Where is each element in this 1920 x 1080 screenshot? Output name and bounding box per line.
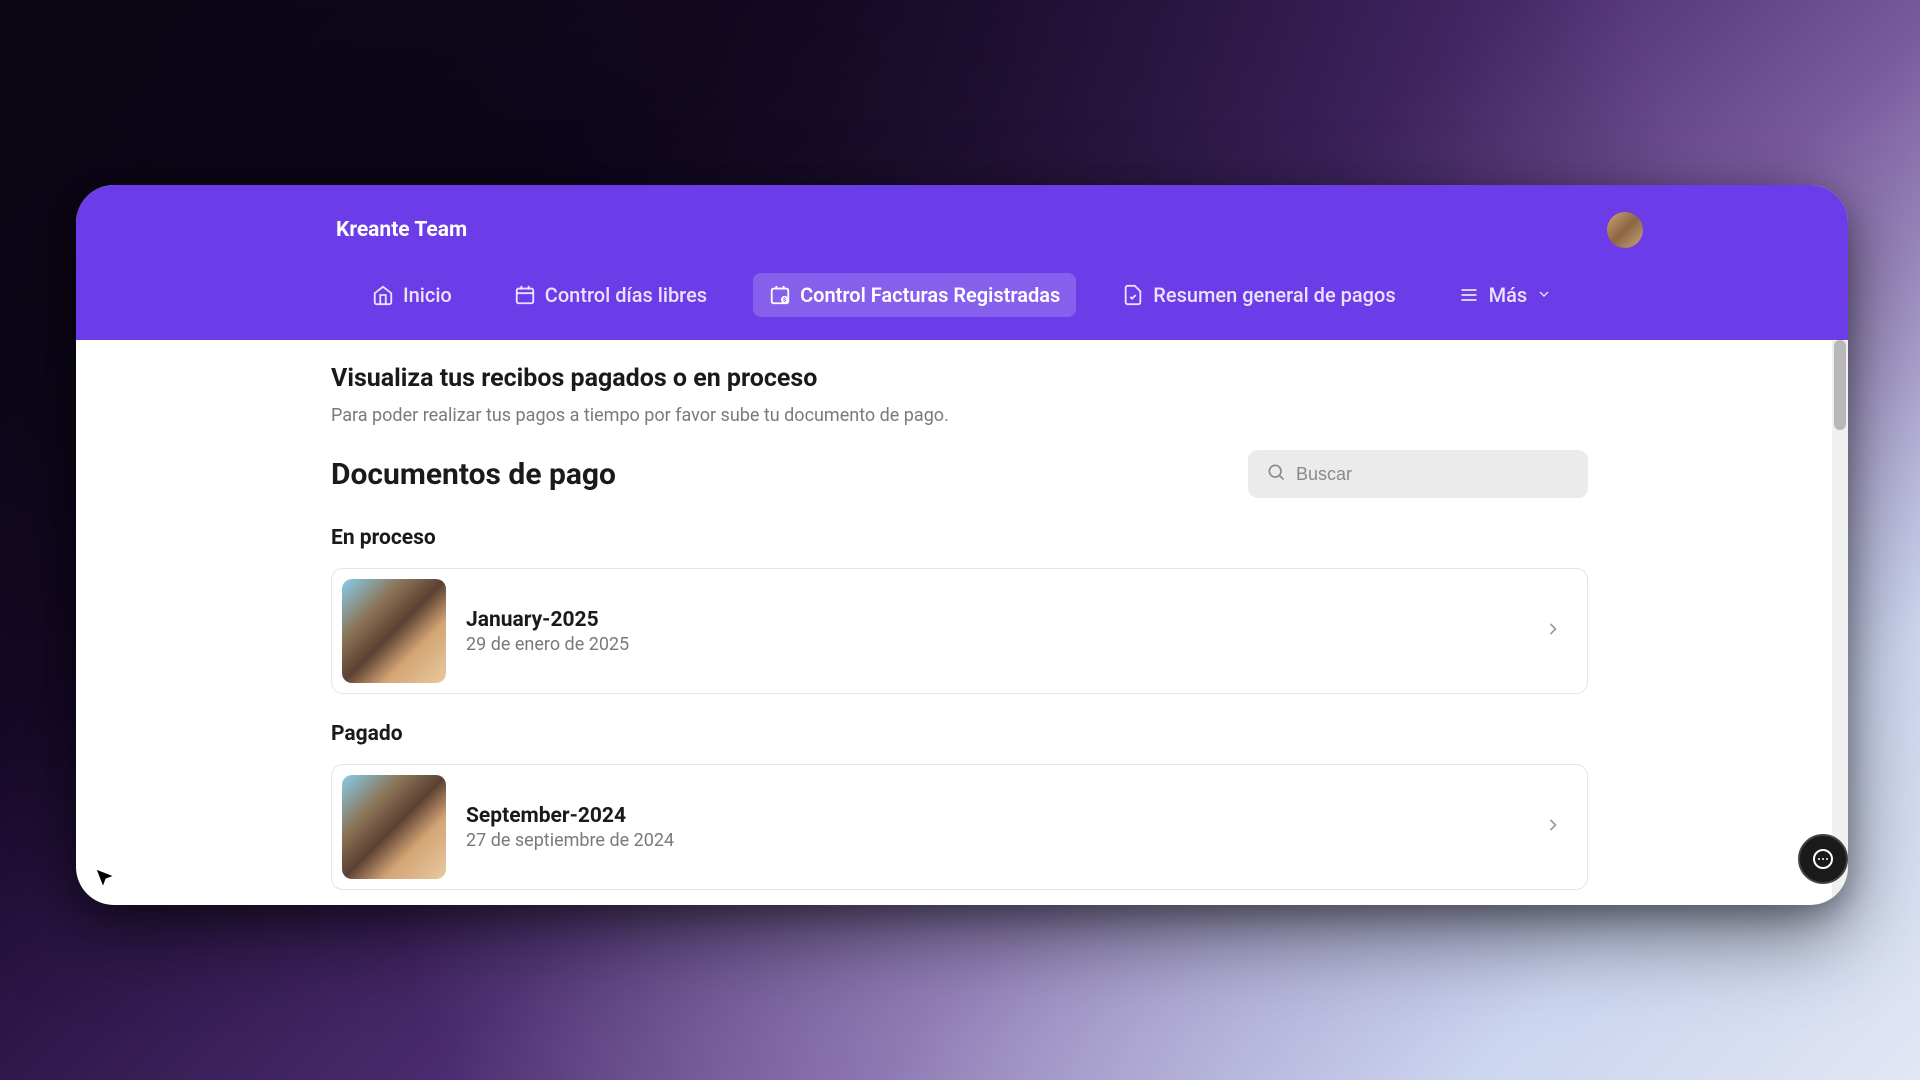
chat-button[interactable]: [1798, 834, 1848, 884]
search-icon: [1266, 462, 1286, 486]
menu-icon: [1458, 284, 1480, 306]
main-nav: Inicio Control días libres $ Control Fac…: [76, 255, 1848, 317]
document-check-icon: [1122, 284, 1144, 306]
section-label-pagado: Pagado: [331, 722, 1588, 746]
nav-item-label: Control días libres: [545, 283, 707, 307]
nav-resumen-pagos[interactable]: Resumen general de pagos: [1106, 273, 1411, 317]
avatar[interactable]: [1607, 212, 1643, 248]
document-thumbnail: [342, 775, 446, 879]
brand-title: Kreante Team: [336, 218, 467, 242]
nav-control-dias-libres[interactable]: Control días libres: [498, 273, 723, 317]
page-subtitle: Para poder realizar tus pagos a tiempo p…: [331, 405, 1588, 426]
nav-control-facturas[interactable]: $ Control Facturas Registradas: [753, 273, 1076, 317]
cursor-icon: [93, 866, 117, 894]
document-date: 29 de enero de 2025: [466, 634, 1523, 655]
nav-inicio[interactable]: Inicio: [356, 273, 468, 317]
nav-item-label: Resumen general de pagos: [1153, 283, 1395, 307]
document-date: 27 de septiembre de 2024: [466, 830, 1523, 851]
content-area: Visualiza tus recibos pagados o en proce…: [76, 340, 1848, 905]
document-title: September-2024: [466, 804, 1523, 828]
section-label-en-proceso: En proceso: [331, 526, 1588, 550]
chevron-down-icon: [1536, 283, 1552, 307]
nav-item-label: Inicio: [403, 283, 452, 307]
scrollbar-thumb[interactable]: [1834, 340, 1846, 430]
search-input[interactable]: [1296, 464, 1570, 485]
search-box[interactable]: [1248, 450, 1588, 498]
chevron-right-icon: [1543, 619, 1563, 643]
scrollbar-track[interactable]: [1832, 340, 1848, 905]
documents-title: Documentos de pago: [331, 457, 616, 492]
svg-text:$: $: [783, 296, 786, 303]
page-title: Visualiza tus recibos pagados o en proce…: [331, 364, 1588, 393]
document-thumbnail: [342, 579, 446, 683]
document-title: January-2025: [466, 608, 1523, 632]
document-card[interactable]: January-2025 29 de enero de 2025: [331, 568, 1588, 694]
chevron-right-icon: [1543, 815, 1563, 839]
nav-mas[interactable]: Más: [1442, 273, 1569, 317]
calendar-dollar-icon: $: [769, 284, 791, 306]
chat-icon: [1811, 847, 1835, 871]
nav-item-label: Más: [1489, 283, 1528, 307]
app-header: Kreante Team Inicio Control días libres …: [76, 185, 1848, 340]
app-window: Kreante Team Inicio Control días libres …: [76, 185, 1848, 905]
home-icon: [372, 284, 394, 306]
nav-item-label: Control Facturas Registradas: [800, 283, 1060, 307]
calendar-icon: [514, 284, 536, 306]
document-card[interactable]: September-2024 27 de septiembre de 2024: [331, 764, 1588, 890]
